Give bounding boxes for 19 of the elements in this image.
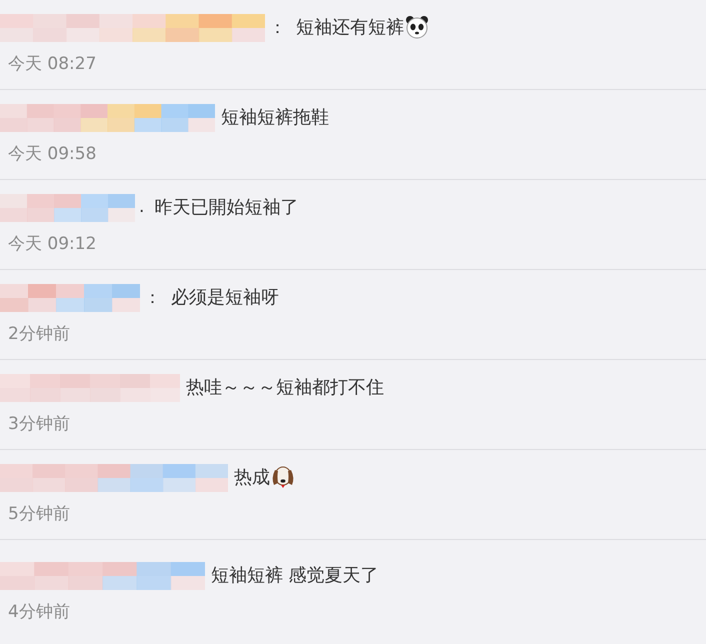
comment-time: 3分钟前 xyxy=(8,413,70,435)
dog-icon xyxy=(270,464,296,490)
comment-text: 热哇～～～短袖都打不住 xyxy=(186,376,384,399)
panda-icon xyxy=(404,14,430,40)
comment-text: 短袖短裤拖鞋 xyxy=(221,106,329,129)
comment-time: 4分钟前 xyxy=(8,601,70,623)
comment-time: 今天 09:12 xyxy=(8,233,96,255)
separator-mark: ： xyxy=(144,286,161,308)
comment-time: 今天 09:58 xyxy=(8,143,96,165)
separator-mark: ： xyxy=(269,16,286,38)
comment-time: 5分钟前 xyxy=(8,503,70,525)
comment-text: 热成 xyxy=(234,466,270,489)
comment-text: 昨天已開始短袖了 xyxy=(154,196,298,219)
comment-text: 必须是短袖呀 xyxy=(171,286,279,309)
comment-time: 2分钟前 xyxy=(8,323,70,345)
comment-text: 短袖短裤 感觉夏天了 xyxy=(211,564,379,587)
separator-mark: . xyxy=(139,197,144,217)
comment-time: 今天 08:27 xyxy=(8,53,96,75)
comment-text: 短袖还有短裤 xyxy=(296,16,404,39)
